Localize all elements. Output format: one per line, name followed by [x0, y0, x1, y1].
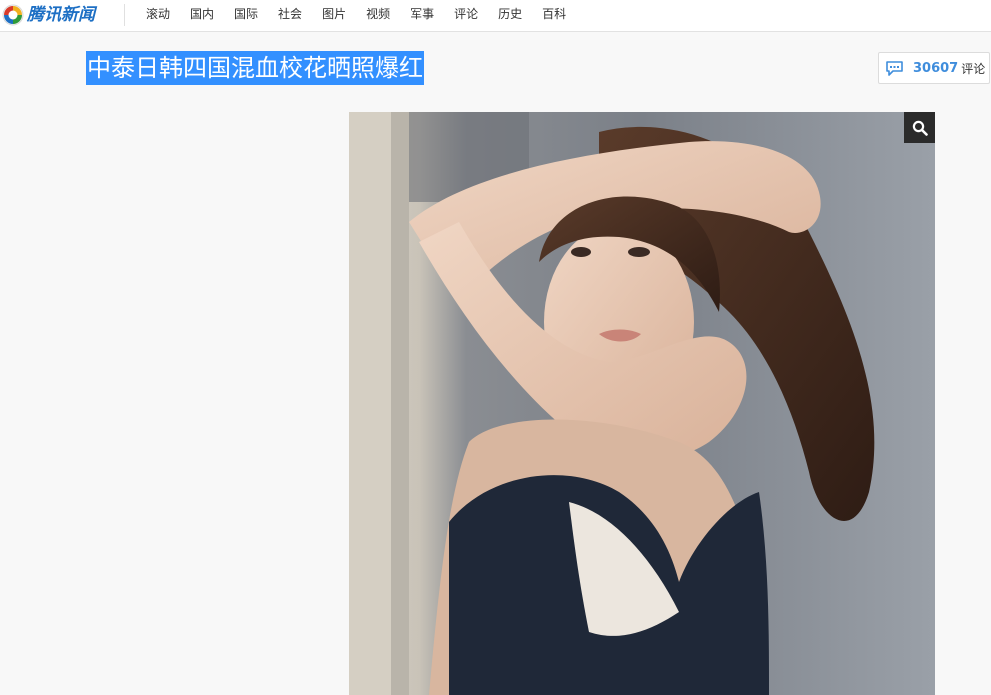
category-nav: 滚动 国内 国际 社会 图片 视频 军事 评论 历史 百科 — [135, 0, 575, 28]
nav-item-pictures[interactable]: 图片 — [311, 1, 355, 27]
magnifier-icon — [912, 120, 928, 136]
nav-item-history[interactable]: 历史 — [487, 1, 531, 27]
article-title: 中泰日韩四国混血校花晒照爆红 — [86, 51, 424, 85]
article-title-wrap: 中泰日韩四国混血校花晒照爆红 — [86, 51, 424, 85]
nav-item-scroll[interactable]: 滚动 — [135, 1, 179, 27]
zoom-button[interactable] — [904, 112, 935, 143]
nav-item-military[interactable]: 军事 — [399, 1, 443, 27]
speech-bubble-icon — [886, 60, 903, 76]
nav-item-encyclopedia[interactable]: 百科 — [531, 1, 575, 27]
nav-item-video[interactable]: 视频 — [355, 1, 399, 27]
nav-item-commentary[interactable]: 评论 — [443, 1, 487, 27]
nav-item-international[interactable]: 国际 — [223, 1, 267, 27]
nav-divider — [124, 4, 125, 26]
top-navigation-bar: 腾讯新闻 滚动 国内 国际 社会 图片 视频 军事 评论 历史 百科 — [0, 0, 991, 32]
comment-label: 评论 — [961, 61, 986, 76]
nav-item-domestic[interactable]: 国内 — [179, 1, 223, 27]
article-photo[interactable] — [349, 112, 935, 695]
site-logo[interactable]: 腾讯新闻 — [2, 2, 95, 28]
tencent-news-logo-icon — [2, 4, 24, 26]
photo-illustration — [349, 112, 935, 695]
comment-count-button[interactable]: 30607 评论 — [878, 52, 990, 84]
nav-item-society[interactable]: 社会 — [267, 1, 311, 27]
comment-count: 30607 — [913, 60, 959, 76]
logo-text: 腾讯新闻 — [27, 5, 95, 25]
